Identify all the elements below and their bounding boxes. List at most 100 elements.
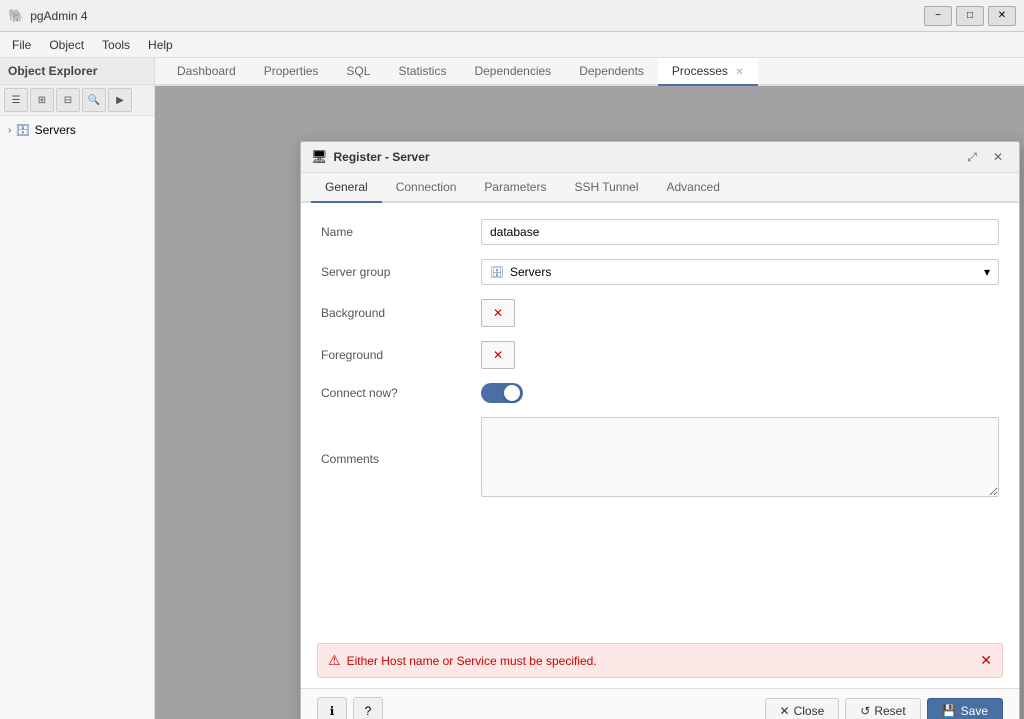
server-group-label: Server group bbox=[321, 265, 481, 279]
title-bar-controls: − □ ✕ bbox=[924, 6, 1016, 26]
dialog-title-buttons: ⤢ ✕ bbox=[961, 148, 1009, 166]
select-chevron-icon: ▾ bbox=[984, 265, 990, 279]
tab-dashboard[interactable]: Dashboard bbox=[163, 58, 250, 86]
server-group-select-icon: 🗄 bbox=[490, 266, 504, 279]
error-close-button[interactable]: ✕ bbox=[980, 652, 992, 669]
top-tab-bar: Dashboard Properties SQL Statistics Depe… bbox=[155, 58, 1024, 86]
background-color-button[interactable]: ✕ bbox=[481, 299, 515, 327]
title-bar-title: pgAdmin 4 bbox=[30, 9, 87, 23]
form-row-server-group: Server group 🗄 Servers ▾ bbox=[321, 259, 999, 285]
dialog-close-title-button[interactable]: ✕ bbox=[987, 148, 1009, 166]
dialog-titlebar: 🖥 Register - Server ⤢ ✕ bbox=[301, 142, 1019, 173]
background-control: ✕ bbox=[481, 299, 999, 327]
dialog-body: Name Server group 🗄 bbox=[301, 203, 1019, 643]
menu-help[interactable]: Help bbox=[140, 36, 181, 54]
reset-label: Reset bbox=[874, 704, 905, 718]
form-row-connect-now: Connect now? bbox=[321, 383, 999, 403]
form-row-foreground: Foreground ✕ bbox=[321, 341, 999, 369]
connect-now-control bbox=[481, 383, 999, 403]
tab-dependents[interactable]: Dependents bbox=[565, 58, 658, 86]
tab-sql[interactable]: SQL bbox=[332, 58, 384, 86]
footer-left-buttons: ℹ ? bbox=[317, 697, 383, 719]
save-label: Save bbox=[961, 704, 988, 718]
error-icon: ⚠ bbox=[328, 652, 341, 669]
save-button[interactable]: 💾 Save bbox=[927, 698, 1003, 719]
server-group-label: Servers bbox=[35, 123, 76, 137]
name-label: Name bbox=[321, 225, 481, 239]
right-panel: Dashboard Properties SQL Statistics Depe… bbox=[155, 58, 1024, 719]
reset-button[interactable]: ↺ Reset bbox=[845, 698, 920, 719]
menu-bar: File Object Tools Help bbox=[0, 32, 1024, 58]
main-layout: Object Explorer ☰ ⊞ ⊟ 🔍 ▶ › 🗄 Servers Da… bbox=[0, 58, 1024, 719]
dialog-tab-ssh-tunnel[interactable]: SSH Tunnel bbox=[560, 173, 652, 203]
toolbar-filter-icon[interactable]: ⊟ bbox=[56, 88, 80, 112]
server-tree: › 🗄 Servers bbox=[0, 116, 154, 144]
info-button[interactable]: ℹ bbox=[317, 697, 347, 719]
form-row-comments: Comments bbox=[321, 417, 999, 500]
comments-control bbox=[481, 417, 999, 500]
comments-label: Comments bbox=[321, 452, 481, 466]
foreground-control: ✕ bbox=[481, 341, 999, 369]
toolbar-run-icon[interactable]: ▶ bbox=[108, 88, 132, 112]
save-icon: 💾 bbox=[942, 704, 957, 718]
comments-textarea[interactable] bbox=[481, 417, 999, 497]
server-group-select[interactable]: 🗄 Servers ▾ bbox=[481, 259, 999, 285]
title-bar-left: 🐘 pgAdmin 4 bbox=[8, 8, 88, 24]
minimize-button[interactable]: − bbox=[924, 6, 952, 26]
title-bar: 🐘 pgAdmin 4 − □ ✕ bbox=[0, 0, 1024, 32]
dialog-expand-button[interactable]: ⤢ bbox=[961, 148, 983, 166]
toolbar-table-icon[interactable]: ⊞ bbox=[30, 88, 54, 112]
window-close-button[interactable]: ✕ bbox=[988, 6, 1016, 26]
dialog-title-left: 🖥 Register - Server bbox=[311, 149, 430, 165]
toolbar-list-icon[interactable]: ☰ bbox=[4, 88, 28, 112]
maximize-button[interactable]: □ bbox=[956, 6, 984, 26]
object-explorer-header: Object Explorer bbox=[0, 58, 154, 85]
object-explorer-title: Object Explorer bbox=[8, 64, 97, 78]
form-row-name: Name bbox=[321, 219, 999, 245]
name-input[interactable] bbox=[481, 219, 999, 245]
reset-icon: ↺ bbox=[860, 704, 870, 718]
toggle-thumb bbox=[504, 385, 520, 401]
modal-overlay: 🖥 Register - Server ⤢ ✕ General Connecti… bbox=[155, 86, 1024, 719]
toolbar-search-icon[interactable]: 🔍 bbox=[82, 88, 106, 112]
dialog-title-icon: 🖥 bbox=[311, 149, 328, 165]
menu-tools[interactable]: Tools bbox=[94, 36, 138, 54]
connect-now-label: Connect now? bbox=[321, 386, 481, 400]
tab-statistics[interactable]: Statistics bbox=[384, 58, 460, 86]
close-label: Close bbox=[794, 704, 825, 718]
menu-object[interactable]: Object bbox=[41, 36, 92, 54]
close-button[interactable]: ✕ Close bbox=[765, 698, 840, 719]
tab-properties[interactable]: Properties bbox=[250, 58, 333, 86]
dialog-tab-general[interactable]: General bbox=[311, 173, 382, 203]
dialog-title-text: Register - Server bbox=[334, 150, 430, 164]
footer-right-buttons: ✕ Close ↺ Reset 💾 Save bbox=[765, 698, 1003, 719]
background-label: Background bbox=[321, 306, 481, 320]
left-panel: Object Explorer ☰ ⊞ ⊟ 🔍 ▶ › 🗄 Servers bbox=[0, 58, 155, 719]
tab-processes-close[interactable]: ✕ bbox=[735, 67, 743, 78]
app-icon: 🐘 bbox=[8, 8, 24, 24]
register-server-dialog: 🖥 Register - Server ⤢ ✕ General Connecti… bbox=[300, 141, 1020, 719]
foreground-label: Foreground bbox=[321, 348, 481, 362]
form-row-background: Background ✕ bbox=[321, 299, 999, 327]
name-control bbox=[481, 219, 999, 245]
help-button[interactable]: ? bbox=[353, 697, 383, 719]
tab-processes[interactable]: Processes ✕ bbox=[658, 58, 758, 86]
tab-dependencies[interactable]: Dependencies bbox=[460, 58, 565, 86]
left-panel-toolbar: ☰ ⊞ ⊟ 🔍 ▶ bbox=[0, 85, 154, 116]
close-icon: ✕ bbox=[780, 704, 790, 718]
tree-item-servers[interactable]: › 🗄 Servers bbox=[0, 120, 154, 140]
menu-file[interactable]: File bbox=[4, 36, 39, 54]
content-area: No rows found 🖥 Register - Server ⤢ ✕ bbox=[155, 86, 1024, 719]
tree-arrow-icon: › bbox=[8, 125, 11, 136]
dialog-tabs: General Connection Parameters SSH Tunnel… bbox=[301, 173, 1019, 203]
server-group-value: Servers bbox=[510, 265, 551, 279]
dialog-tab-advanced[interactable]: Advanced bbox=[653, 173, 734, 203]
foreground-color-button[interactable]: ✕ bbox=[481, 341, 515, 369]
dialog-tab-parameters[interactable]: Parameters bbox=[470, 173, 560, 203]
dialog-tab-connection[interactable]: Connection bbox=[382, 173, 471, 203]
error-message: Either Host name or Service must be spec… bbox=[347, 654, 597, 668]
connect-now-toggle[interactable] bbox=[481, 383, 523, 403]
server-group-control: 🗄 Servers ▾ bbox=[481, 259, 999, 285]
dialog-footer: ℹ ? ✕ Close ↺ Reset bbox=[301, 688, 1019, 719]
error-bar: ⚠ Either Host name or Service must be sp… bbox=[317, 643, 1003, 678]
